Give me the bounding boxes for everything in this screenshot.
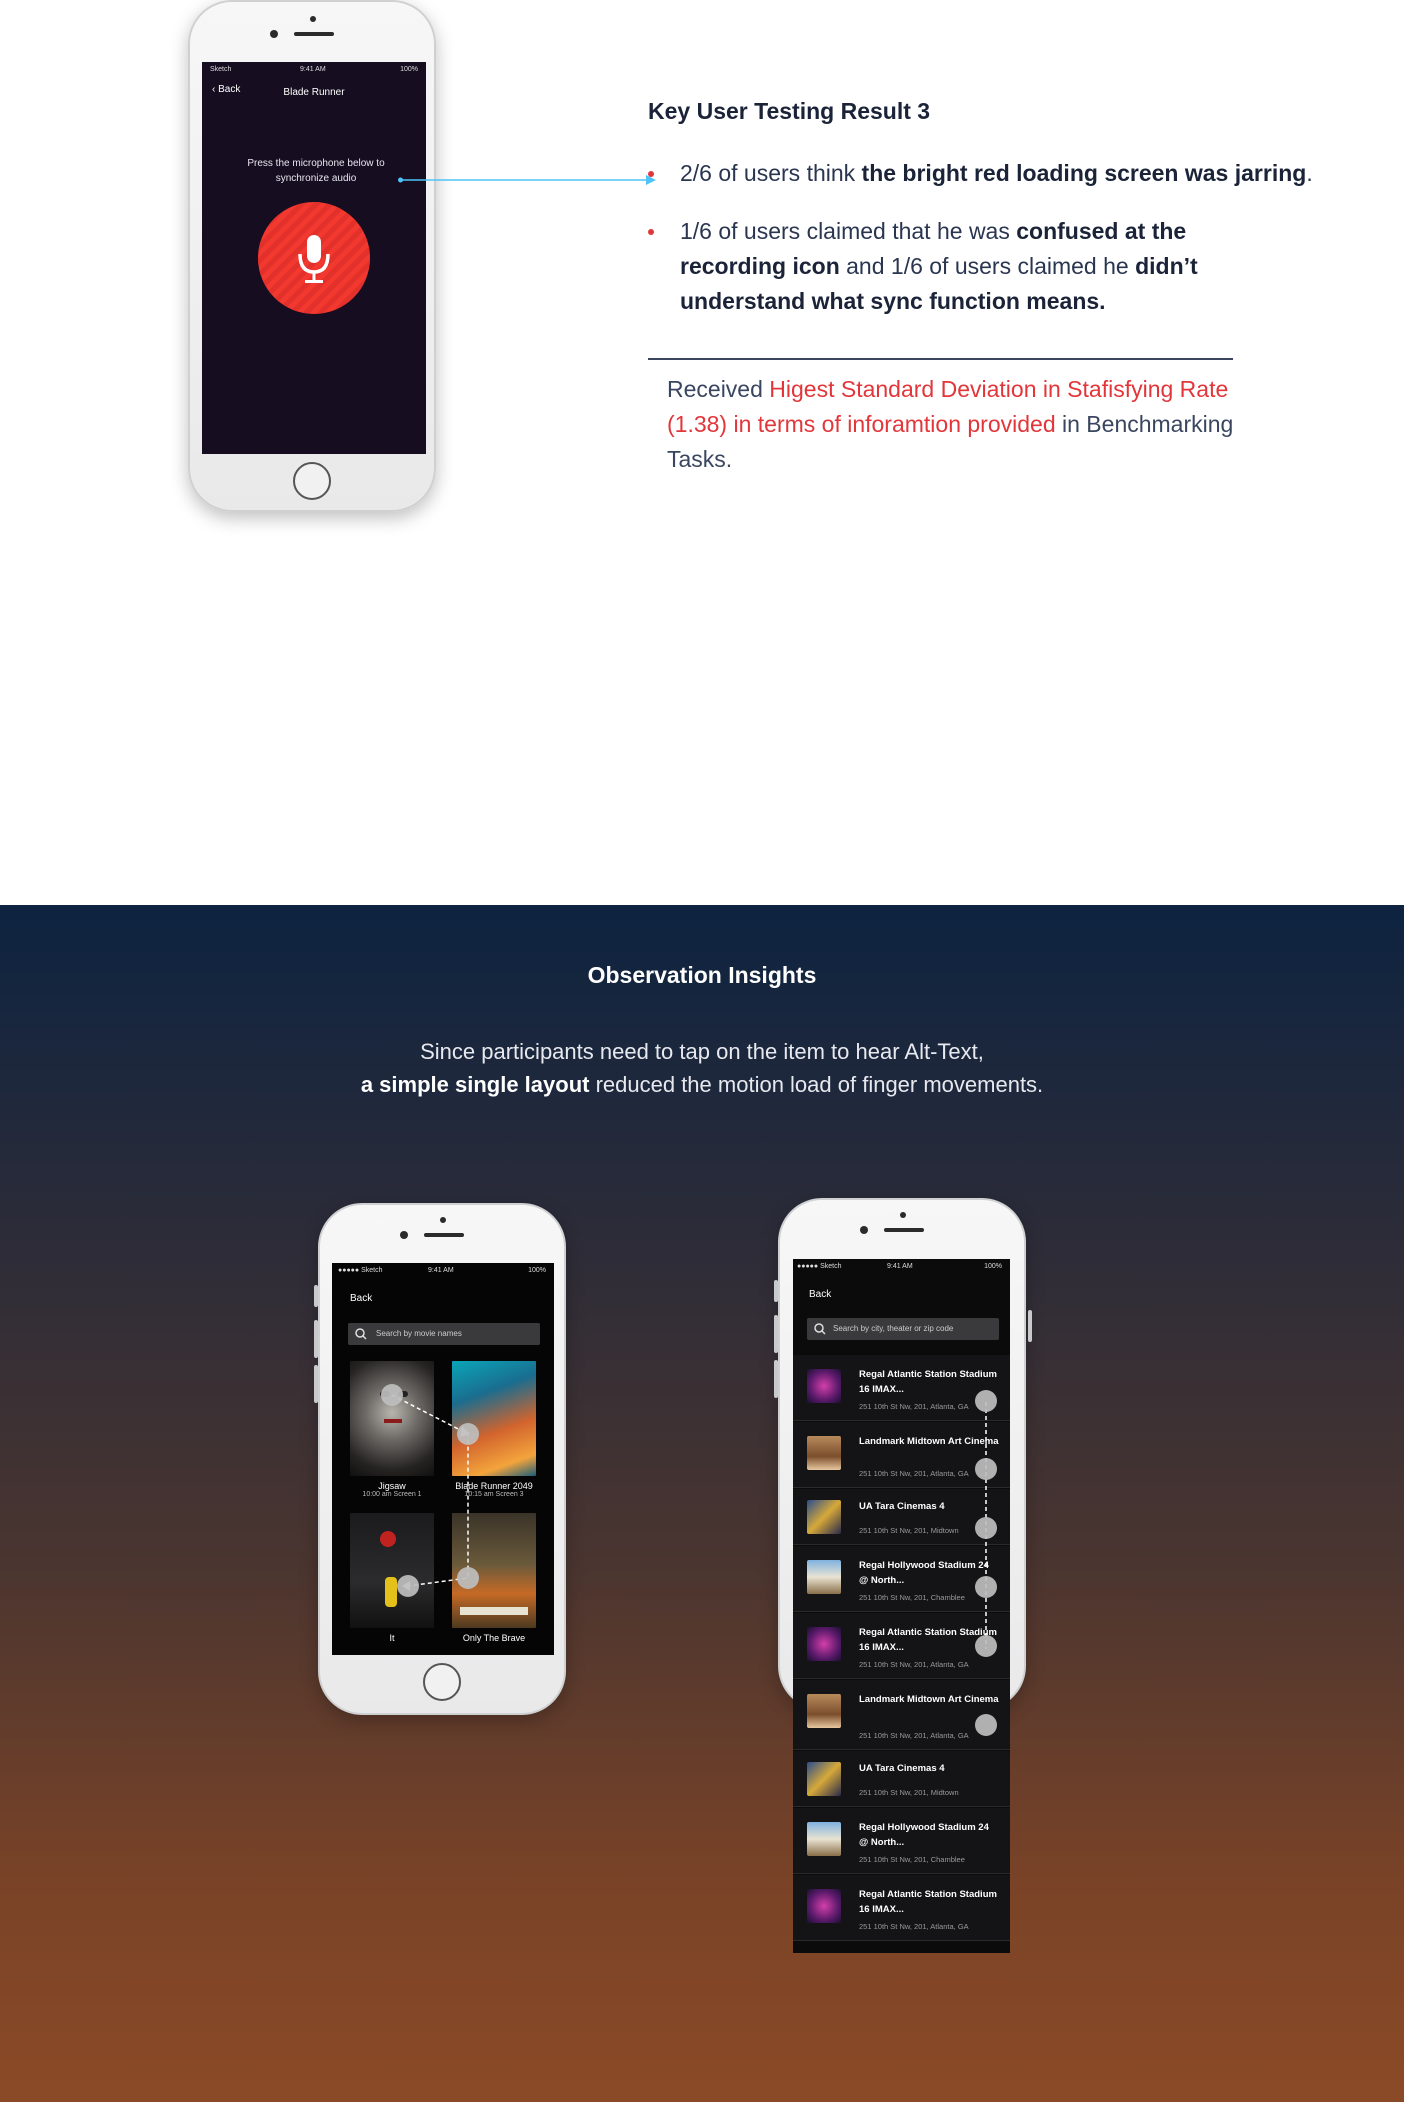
insights-line-1: Since participants need to tap on the it… xyxy=(420,1039,984,1064)
section-divider xyxy=(648,358,1233,360)
connector-arrow xyxy=(398,175,656,185)
insights-text: Since participants need to tap on the it… xyxy=(0,1035,1404,1101)
result-bullet-1: 2/6 of users think the bright red loadin… xyxy=(648,156,1328,191)
earpiece-speaker xyxy=(294,32,334,36)
touch-point xyxy=(975,1390,997,1412)
finger-path-overlay xyxy=(391,1394,470,1591)
insights-line-2-rest: reduced the motion load of finger moveme… xyxy=(589,1072,1044,1097)
side-button xyxy=(314,1365,318,1403)
touch-point xyxy=(975,1714,997,1736)
status-carrier: Sketch xyxy=(210,66,232,73)
side-button xyxy=(774,1360,778,1398)
touch-point xyxy=(975,1576,997,1598)
sync-instruction: Press the microphone below to synchroniz… xyxy=(247,158,385,184)
earpiece-speaker xyxy=(424,1233,464,1237)
finger-path-overlay xyxy=(985,1402,987,1649)
side-button xyxy=(774,1315,778,1353)
touch-point xyxy=(975,1517,997,1539)
result-bullet-2: 1/6 of users claimed that he was confuse… xyxy=(648,214,1208,319)
nav-title: Blade Runner xyxy=(283,87,345,98)
movie-grid-phone: ●●●●● Sketch 9:41 AM 100% Back Search by… xyxy=(314,1203,566,1715)
observation-insights-section: Observation Insights Since participants … xyxy=(0,905,1404,2102)
theater-list-screen: ●●●●● Sketch 9:41 AM 100% Back Search by… xyxy=(793,1259,1010,1953)
touch-point xyxy=(457,1423,479,1445)
side-button xyxy=(1028,1310,1032,1342)
side-button xyxy=(774,1280,778,1302)
key-result-title: Key User Testing Result 3 xyxy=(648,98,931,124)
front-camera xyxy=(400,1231,408,1239)
status-time: 9:41 AM xyxy=(300,66,326,73)
bullet-dot xyxy=(648,171,654,177)
top-phone-screen: Sketch 9:41 AM 100% ‹ Back Blade Runner … xyxy=(202,62,426,454)
bullet-2-text: 1/6 of users claimed that he was xyxy=(680,218,1017,244)
home-button[interactable] xyxy=(423,1663,461,1701)
status-battery: 100% xyxy=(400,66,418,73)
benchmark-note-prefix: Received xyxy=(667,376,770,402)
insights-emphasis: a simple single layout xyxy=(360,1072,590,1097)
insights-title: Observation Insights xyxy=(587,962,817,988)
side-button xyxy=(314,1320,318,1358)
front-sensor xyxy=(440,1217,446,1223)
bullet-1-text: 2/6 of users think xyxy=(680,160,862,186)
bullet-1-emphasis: the bright red loading screen was jarrin… xyxy=(861,160,1307,186)
top-phone-mockup: Sketch 9:41 AM 100% ‹ Back Blade Runner … xyxy=(188,0,436,512)
benchmark-note: Received Higest Standard Deviation in St… xyxy=(667,372,1267,477)
front-camera xyxy=(860,1226,868,1234)
front-camera xyxy=(270,30,278,38)
touch-point xyxy=(457,1567,479,1589)
front-sensor xyxy=(310,16,316,22)
microphone-icon xyxy=(298,235,330,283)
bullet-1-end: . xyxy=(1306,160,1313,186)
side-button xyxy=(314,1285,318,1307)
touch-point xyxy=(381,1384,403,1406)
touch-point xyxy=(397,1575,419,1597)
bullet-2-middle: and 1/6 of users claimed he xyxy=(839,253,1136,279)
insights-line-2: a simple single layout reduced the motio… xyxy=(0,1068,1404,1101)
microphone-button[interactable] xyxy=(258,202,370,314)
front-sensor xyxy=(900,1212,906,1218)
movie-grid-screen: ●●●●● Sketch 9:41 AM 100% Back Search by… xyxy=(332,1263,554,1655)
home-button[interactable] xyxy=(293,462,331,500)
earpiece-speaker xyxy=(884,1228,924,1232)
bullet-dot xyxy=(648,229,654,235)
touch-point xyxy=(975,1635,997,1657)
status-bar: Sketch 9:41 AM 100% xyxy=(202,62,426,78)
touch-point xyxy=(975,1458,997,1480)
